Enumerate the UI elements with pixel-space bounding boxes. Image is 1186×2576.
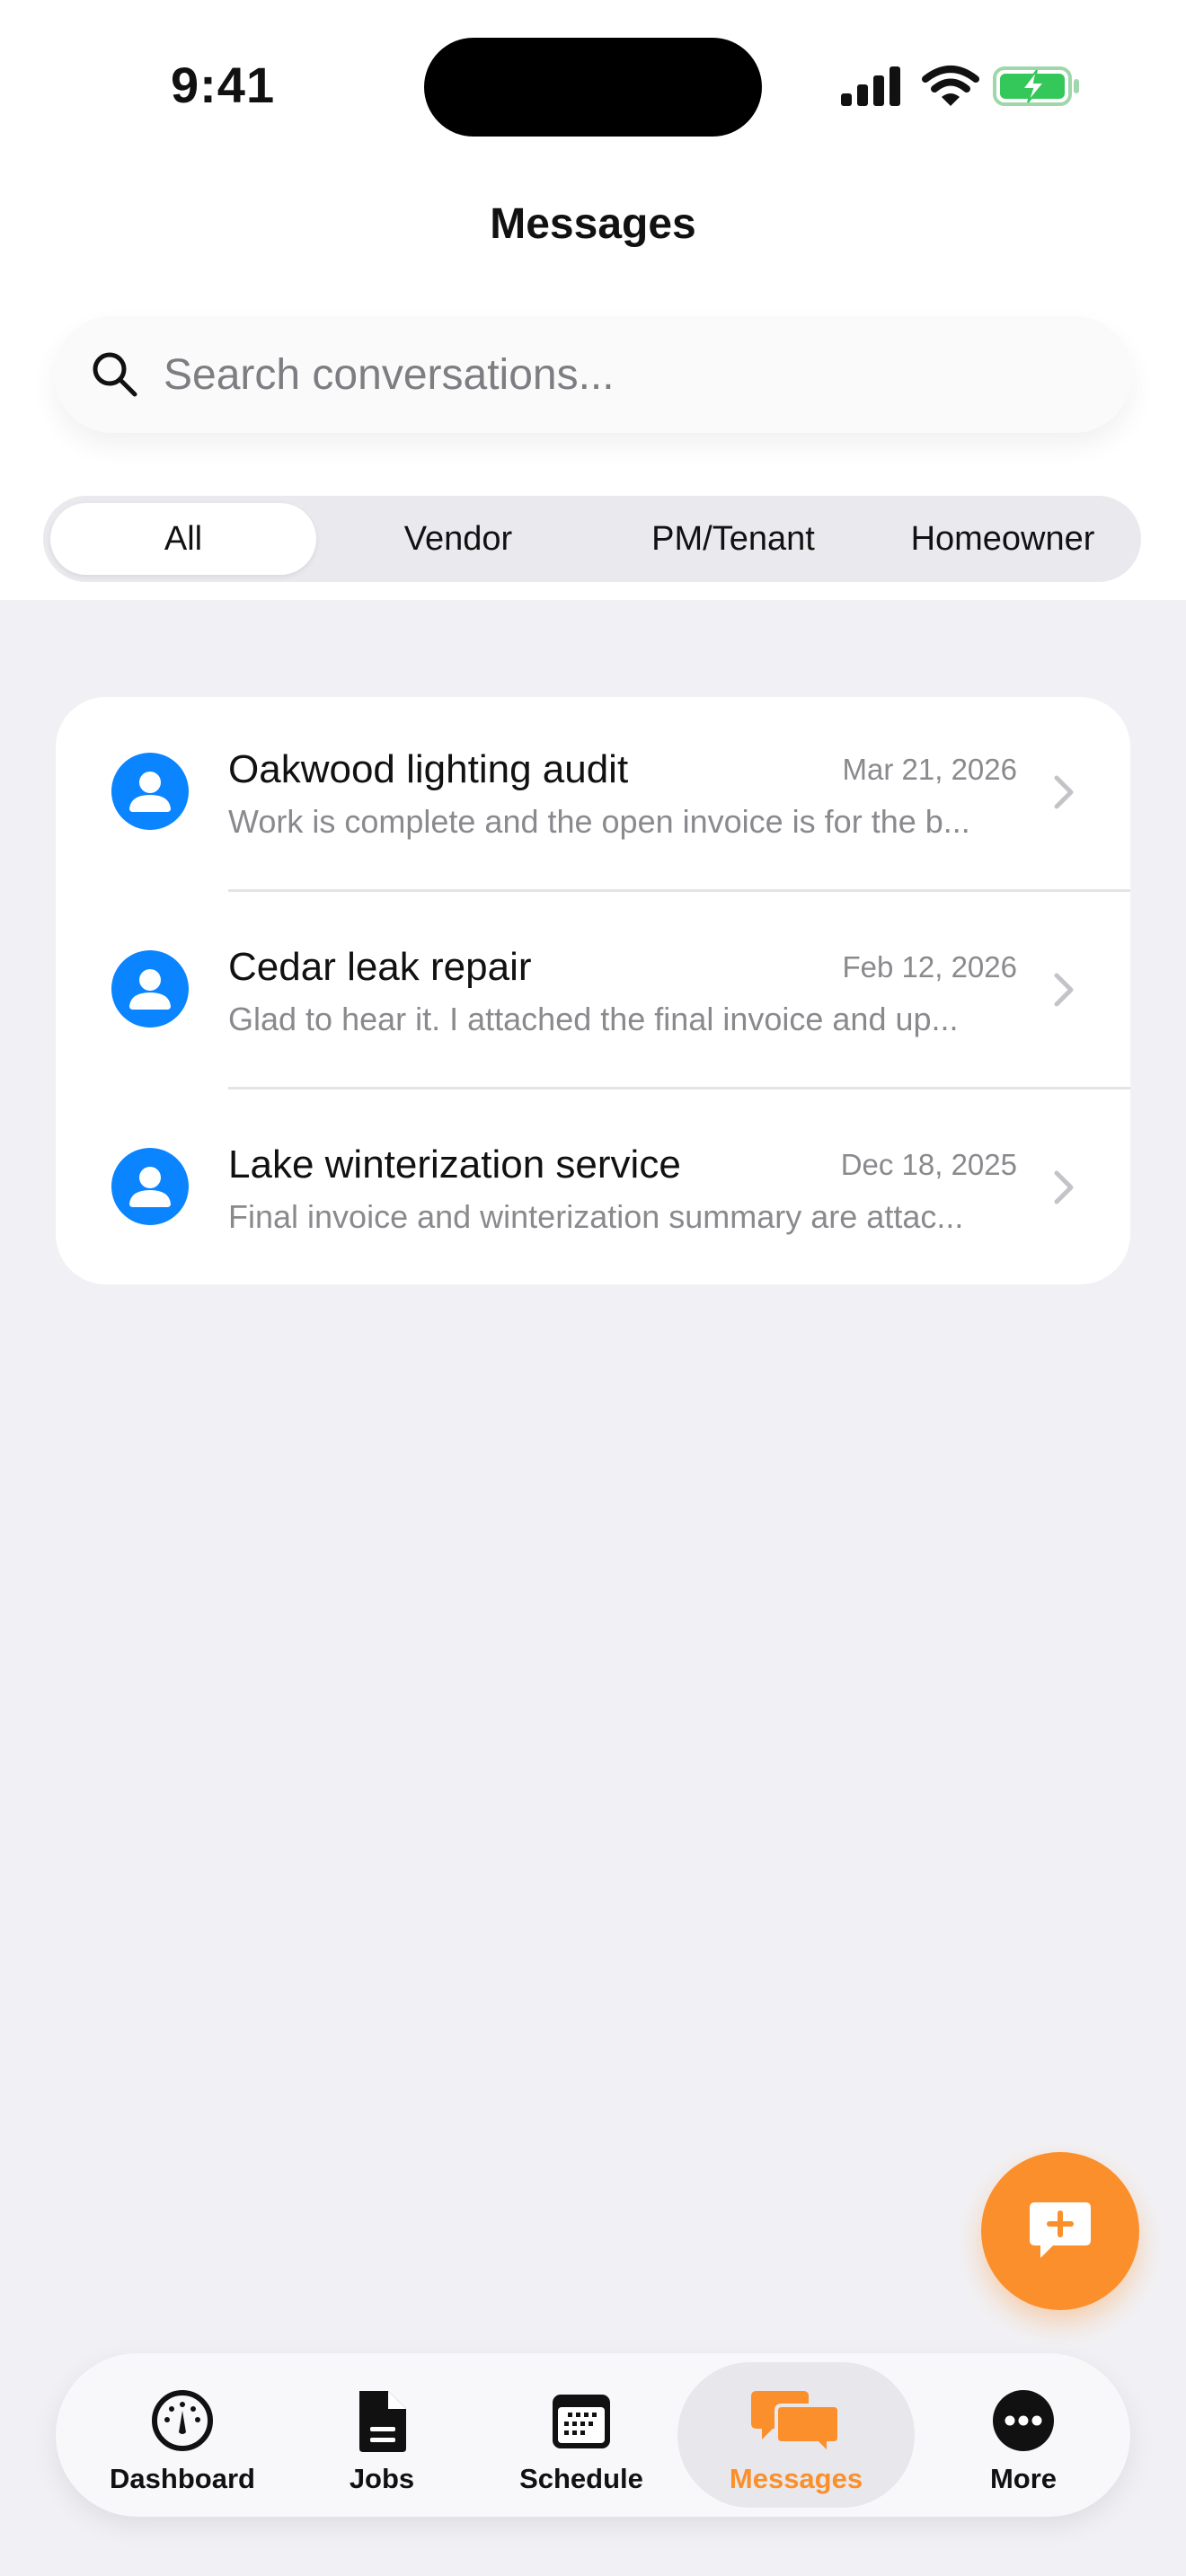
search-input[interactable] bbox=[162, 348, 1132, 401]
conversation-preview: Work is complete and the open invoice is… bbox=[228, 803, 970, 840]
tab-more[interactable]: More bbox=[924, 2362, 1123, 2508]
tab-label: More bbox=[989, 2463, 1058, 2494]
tab-label: Dashboard bbox=[110, 2463, 255, 2494]
tab-jobs[interactable]: Jobs bbox=[282, 2362, 482, 2508]
avatar-icon bbox=[111, 1148, 189, 1225]
new-message-button[interactable] bbox=[981, 2152, 1139, 2310]
conversation-date: Dec 18, 2025 bbox=[840, 1148, 1017, 1181]
conversation-list: Oakwood lighting audit Mar 21, 2026 Work… bbox=[56, 697, 1130, 1284]
conversation-preview: Glad to hear it. I attached the final in… bbox=[228, 1001, 959, 1037]
conversation-date: Mar 21, 2026 bbox=[842, 753, 1017, 786]
tab-label: Jobs bbox=[349, 2463, 415, 2494]
battery-charging-icon bbox=[993, 66, 1079, 106]
chat-bubbles-icon bbox=[751, 2391, 841, 2454]
tab-label: Messages bbox=[729, 2463, 863, 2494]
tab-messages[interactable]: Messages bbox=[677, 2362, 915, 2508]
filter-all[interactable]: All bbox=[50, 503, 316, 575]
document-icon bbox=[359, 2391, 406, 2452]
conversation-row[interactable]: Cedar leak repair Feb 12, 2026 Glad to h… bbox=[56, 895, 1130, 1090]
gauge-icon bbox=[152, 2390, 213, 2451]
chevron-right-icon bbox=[1054, 973, 1074, 1007]
page-title: Messages bbox=[490, 200, 696, 248]
tab-schedule[interactable]: Schedule bbox=[482, 2362, 681, 2508]
chevron-right-icon bbox=[1054, 775, 1074, 809]
tab-label: Schedule bbox=[519, 2463, 643, 2494]
row-divider bbox=[228, 889, 1130, 892]
filter-segmented-control: All Vendor PM/Tenant Homeowner bbox=[43, 496, 1141, 582]
status-time: 9:41 bbox=[171, 57, 276, 113]
more-icon bbox=[993, 2390, 1054, 2451]
conversation-title: Lake winterization service bbox=[228, 1142, 681, 1187]
chevron-right-icon bbox=[1054, 1170, 1074, 1204]
cellular-signal-icon bbox=[841, 66, 900, 106]
dynamic-island bbox=[424, 38, 762, 137]
tab-bar: Dashboard Jobs Schedule Messages More bbox=[56, 2353, 1130, 2517]
search-bar[interactable] bbox=[54, 316, 1132, 433]
conversation-row[interactable]: Oakwood lighting audit Mar 21, 2026 Work… bbox=[56, 697, 1130, 893]
status-icons bbox=[839, 65, 1082, 108]
filter-homeowner[interactable]: Homeowner bbox=[870, 503, 1136, 575]
row-divider bbox=[228, 1087, 1130, 1090]
avatar-icon bbox=[111, 753, 189, 830]
conversation-date: Feb 12, 2026 bbox=[842, 950, 1018, 984]
new-message-icon bbox=[1030, 2202, 1091, 2258]
conversation-row[interactable]: Lake winterization service Dec 18, 2025 … bbox=[56, 1092, 1130, 1288]
conversation-title: Oakwood lighting audit bbox=[228, 747, 629, 791]
conversation-preview: Final invoice and winterization summary … bbox=[228, 1198, 964, 1235]
search-icon bbox=[93, 352, 137, 397]
filter-vendor[interactable]: Vendor bbox=[325, 503, 591, 575]
conversation-title: Cedar leak repair bbox=[228, 945, 532, 989]
tab-dashboard[interactable]: Dashboard bbox=[83, 2362, 282, 2508]
filter-pm-tenant[interactable]: PM/Tenant bbox=[600, 503, 866, 575]
avatar-icon bbox=[111, 950, 189, 1028]
calendar-icon bbox=[553, 2395, 610, 2448]
wifi-icon bbox=[922, 66, 979, 106]
